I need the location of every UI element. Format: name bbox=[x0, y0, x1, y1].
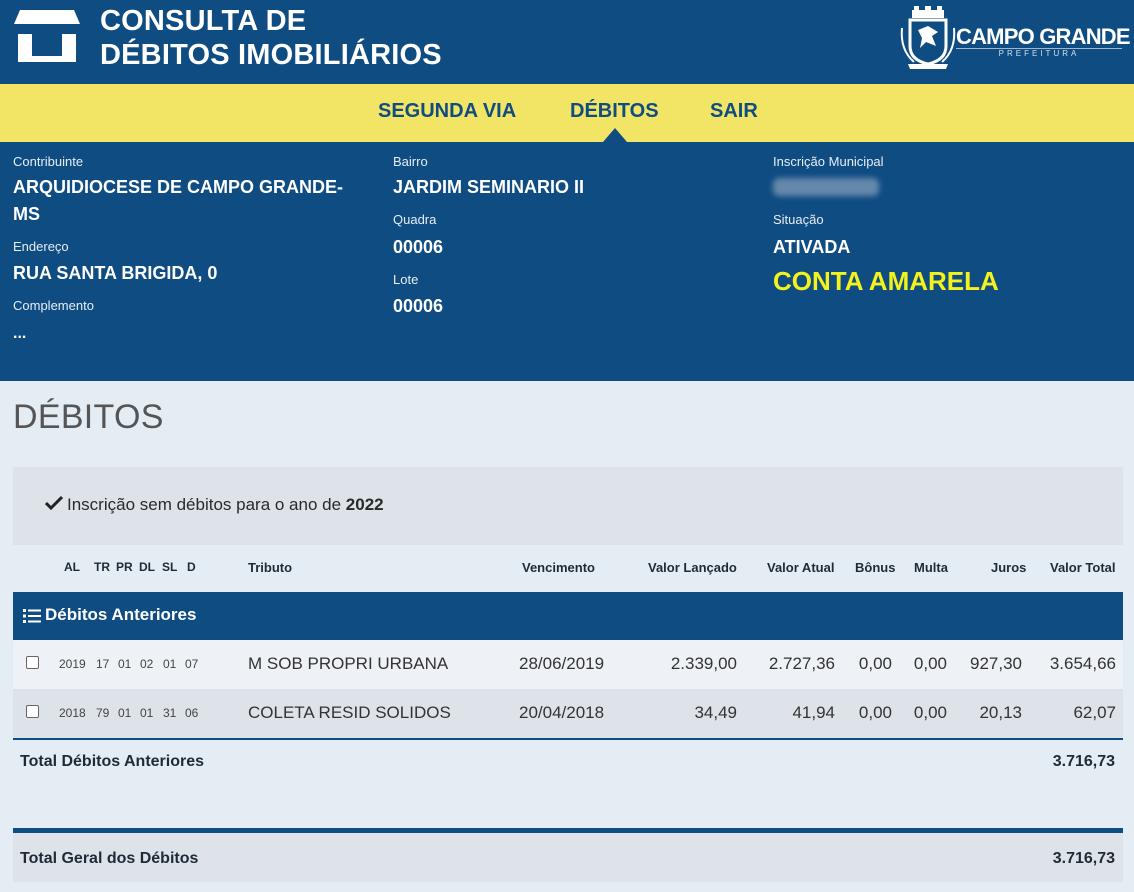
property-info-panel: Contribuinte ARQUIDIOCESE DE CAMPO GRAND… bbox=[0, 142, 1134, 381]
complemento-label: Complemento bbox=[13, 298, 94, 313]
col-sl: SL bbox=[162, 560, 178, 574]
nav-sair[interactable]: SAIR bbox=[710, 100, 758, 123]
col-d: D bbox=[187, 560, 196, 574]
col-valor-lancado: Valor Lançado bbox=[648, 560, 737, 575]
col-tributo: Tributo bbox=[248, 560, 293, 575]
col-al: AL bbox=[64, 560, 80, 574]
cell-al: 2019 bbox=[59, 657, 86, 671]
total-geral-value: 3.716,73 bbox=[1052, 850, 1115, 867]
cell-tr: 17 bbox=[96, 657, 110, 671]
contribuinte-line2: MS bbox=[13, 204, 40, 224]
cell-multa: 0,00 bbox=[913, 654, 947, 673]
bairro-label: Bairro bbox=[393, 154, 428, 169]
endereco-label: Endereço bbox=[13, 239, 69, 254]
store-icon bbox=[14, 10, 80, 62]
city-crest-icon bbox=[900, 6, 956, 69]
total-anteriores-value: 3.716,73 bbox=[1052, 753, 1115, 770]
cell-valor-lancado: 34,49 bbox=[694, 703, 737, 722]
prefeitura-logo[interactable]: CAMPO GRANDE PREFEITURA bbox=[898, 6, 1131, 70]
logo-subtitle: PREFEITURA bbox=[956, 48, 1122, 59]
col-valor-total: Valor Total bbox=[1050, 560, 1116, 575]
cell-valor-total: 3.654,66 bbox=[1049, 654, 1116, 673]
table-row: 2019 17 01 02 01 07 M SOB PROPRI URBANA … bbox=[13, 640, 1123, 689]
endereco-value: RUA SANTA BRIGIDA, 0 bbox=[13, 263, 218, 283]
cell-pr: 01 bbox=[118, 657, 132, 671]
lote-value: 00006 bbox=[393, 296, 444, 316]
cell-d: 06 bbox=[185, 706, 199, 720]
group-label: Débitos Anteriores bbox=[45, 605, 197, 624]
no-debt-notice: Inscrição sem débitos para o ano de 2022 bbox=[13, 467, 1123, 545]
bairro-value: JARDIM SEMINARIO II bbox=[393, 177, 585, 197]
notice-text: Inscrição sem débitos para o ano de 2022 bbox=[45, 495, 384, 515]
cell-multa: 0,00 bbox=[913, 703, 947, 722]
col-valor-atual: Valor Atual bbox=[767, 560, 835, 575]
cell-dl: 02 bbox=[140, 657, 154, 671]
col-dl: DL bbox=[139, 560, 155, 574]
col-tr: TR bbox=[94, 560, 110, 574]
section-title: DÉBITOS bbox=[13, 398, 164, 436]
cell-sl: 01 bbox=[163, 657, 177, 671]
active-tab-indicator bbox=[603, 128, 627, 142]
cell-pr: 01 bbox=[118, 706, 132, 720]
cell-tr: 79 bbox=[96, 706, 110, 720]
quadra-label: Quadra bbox=[393, 212, 437, 227]
cell-valor-atual: 41,94 bbox=[792, 703, 835, 722]
cell-vencimento: 28/06/2019 bbox=[519, 654, 605, 673]
contribuinte-label: Contribuinte bbox=[13, 154, 84, 169]
cell-valor-total: 62,07 bbox=[1073, 703, 1116, 722]
group-debitos-anteriores: Débitos Anteriores bbox=[13, 592, 1123, 640]
table-row: 2018 79 01 01 31 06 COLETA RESID SOLIDOS… bbox=[13, 689, 1123, 738]
inscricao-value-redacted bbox=[773, 178, 879, 196]
total-anteriores-label: Total Débitos Anteriores bbox=[20, 753, 205, 770]
divider bbox=[13, 738, 1123, 740]
cell-valor-lancado: 2.339,00 bbox=[670, 654, 737, 673]
cell-bonus: 0,00 bbox=[858, 703, 892, 722]
cell-d: 07 bbox=[185, 657, 199, 671]
check-icon bbox=[45, 495, 63, 511]
col-vencimento: Vencimento bbox=[522, 560, 595, 575]
cell-tributo: M SOB PROPRI URBANA bbox=[248, 654, 449, 673]
account-status-alert: CONTA AMARELA bbox=[773, 266, 999, 296]
situacao-label: Situação bbox=[773, 212, 824, 227]
situacao-value: ATIVADA bbox=[773, 237, 851, 257]
notice-year: 2022 bbox=[345, 495, 384, 514]
cell-valor-atual: 2.727,36 bbox=[768, 654, 835, 673]
col-multa: Multa bbox=[914, 560, 948, 575]
row-checkbox[interactable] bbox=[26, 656, 39, 669]
notice-prefix: Inscrição sem débitos para o ano de bbox=[67, 495, 346, 514]
row-checkbox[interactable] bbox=[26, 705, 39, 718]
col-juros: Juros bbox=[991, 560, 1027, 575]
cell-dl: 01 bbox=[140, 706, 154, 720]
contribuinte-line1: ARQUIDIOCESE DE CAMPO GRANDE- bbox=[13, 177, 344, 197]
app-header: CONSULTA DE DÉBITOS IMOBILIÁRIOS CAMPO G… bbox=[0, 0, 1134, 84]
grand-total-bar: Total Geral dos Débitos 3.716,73 bbox=[13, 828, 1123, 882]
cell-sl: 31 bbox=[163, 706, 177, 720]
cell-al: 2018 bbox=[59, 706, 86, 720]
logo-name: CAMPO GRANDE bbox=[956, 24, 1131, 49]
cell-juros: 927,30 bbox=[970, 654, 1022, 673]
nav-segunda-via[interactable]: SEGUNDA VIA bbox=[378, 100, 516, 123]
contribuinte-value: ARQUIDIOCESE DE CAMPO GRANDE- MS bbox=[13, 174, 343, 228]
inscricao-label: Inscrição Municipal bbox=[773, 154, 884, 169]
total-geral-label: Total Geral dos Débitos bbox=[20, 850, 199, 867]
cell-tributo: COLETA RESID SOLIDOS bbox=[248, 703, 451, 722]
lote-label: Lote bbox=[393, 272, 419, 287]
page-title-line1: CONSULTA DE bbox=[100, 5, 307, 37]
page-title: CONSULTA DE DÉBITOS IMOBILIÁRIOS bbox=[100, 4, 442, 72]
complemento-value: ... bbox=[13, 325, 27, 342]
page-title-line2: DÉBITOS IMOBILIÁRIOS bbox=[100, 39, 442, 71]
cell-vencimento: 20/04/2018 bbox=[519, 703, 605, 722]
col-pr: PR bbox=[116, 560, 133, 574]
cell-bonus: 0,00 bbox=[858, 654, 892, 673]
cell-juros: 20,13 bbox=[979, 703, 1022, 722]
quadra-value: 00006 bbox=[393, 237, 444, 257]
list-icon bbox=[23, 609, 41, 623]
col-bonus: Bônus bbox=[855, 560, 896, 575]
nav-debitos[interactable]: DÉBITOS bbox=[570, 100, 659, 123]
main-nav: SEGUNDA VIA DÉBITOS SAIR bbox=[0, 84, 1134, 142]
